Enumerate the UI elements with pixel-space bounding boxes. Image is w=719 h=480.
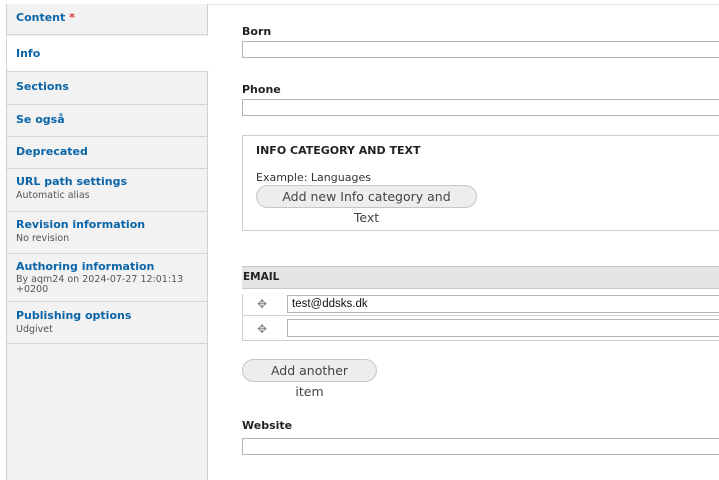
drag-handle-icon[interactable]: ✥	[256, 298, 268, 310]
info-category-legend: INFO CATEGORY AND TEXT	[256, 144, 421, 157]
tab-url-path-settings-label: URL path settings	[16, 175, 128, 188]
add-info-category-button[interactable]: Add new Info category and Text	[256, 185, 477, 225]
add-another-item-button[interactable]: Add another item	[242, 359, 377, 399]
vertical-tabs-sidebar: Content * Info Sections Se også Deprecat…	[6, 4, 209, 480]
tab-url-path-settings-summary: Automatic alias	[16, 190, 90, 201]
tab-content-label: Content	[16, 11, 66, 24]
drag-handle-icon[interactable]: ✥	[256, 323, 268, 335]
website-input[interactable]	[242, 438, 719, 455]
born-label: Born	[242, 25, 272, 38]
phone-input[interactable]	[242, 99, 719, 116]
tab-revision-information[interactable]: Revision information No revision	[7, 212, 208, 254]
phone-label: Phone	[242, 83, 281, 96]
form-main: Born Phone INFO CATEGORY AND TEXT Exampl…	[242, 0, 719, 480]
tab-info[interactable]: Info	[7, 36, 209, 72]
info-category-description: Example: Languages	[256, 171, 371, 184]
tab-se-ogsaa[interactable]: Se også	[7, 105, 208, 137]
tab-url-path-settings[interactable]: URL path settings Automatic alias	[7, 169, 208, 212]
tab-revision-information-label: Revision information	[16, 218, 146, 231]
tab-deprecated-label: Deprecated	[16, 145, 88, 158]
tab-deprecated[interactable]: Deprecated	[7, 137, 208, 169]
tab-content[interactable]: Content *	[7, 4, 208, 35]
tab-revision-information-summary: No revision	[16, 233, 70, 244]
email-header: EMAIL	[242, 266, 719, 289]
tab-publishing-options[interactable]: Publishing options Udgivet	[7, 302, 208, 344]
website-label: Website	[242, 419, 293, 432]
email-input-2[interactable]	[287, 319, 719, 337]
tab-authoring-information-summary: By aqm24 on 2024-07-27 12:01:13 +0200	[16, 274, 184, 295]
email-input-1[interactable]	[287, 295, 719, 313]
tab-se-ogsaa-label: Se også	[16, 113, 65, 126]
info-category-fieldset: INFO CATEGORY AND TEXT Example: Language…	[242, 135, 719, 231]
tab-authoring-information[interactable]: Authoring information By aqm24 on 2024-0…	[7, 254, 208, 302]
tab-info-label: Info	[16, 47, 41, 60]
required-marker: *	[69, 11, 75, 24]
tab-publishing-options-label: Publishing options	[16, 309, 132, 322]
born-input[interactable]	[242, 41, 719, 58]
email-row: ✥	[242, 316, 719, 341]
email-row: ✥	[242, 294, 719, 316]
tab-sections-label: Sections	[16, 80, 69, 93]
tab-authoring-information-label: Authoring information	[16, 260, 155, 273]
tab-publishing-options-summary: Udgivet	[16, 324, 53, 335]
tab-sections[interactable]: Sections	[7, 72, 208, 105]
